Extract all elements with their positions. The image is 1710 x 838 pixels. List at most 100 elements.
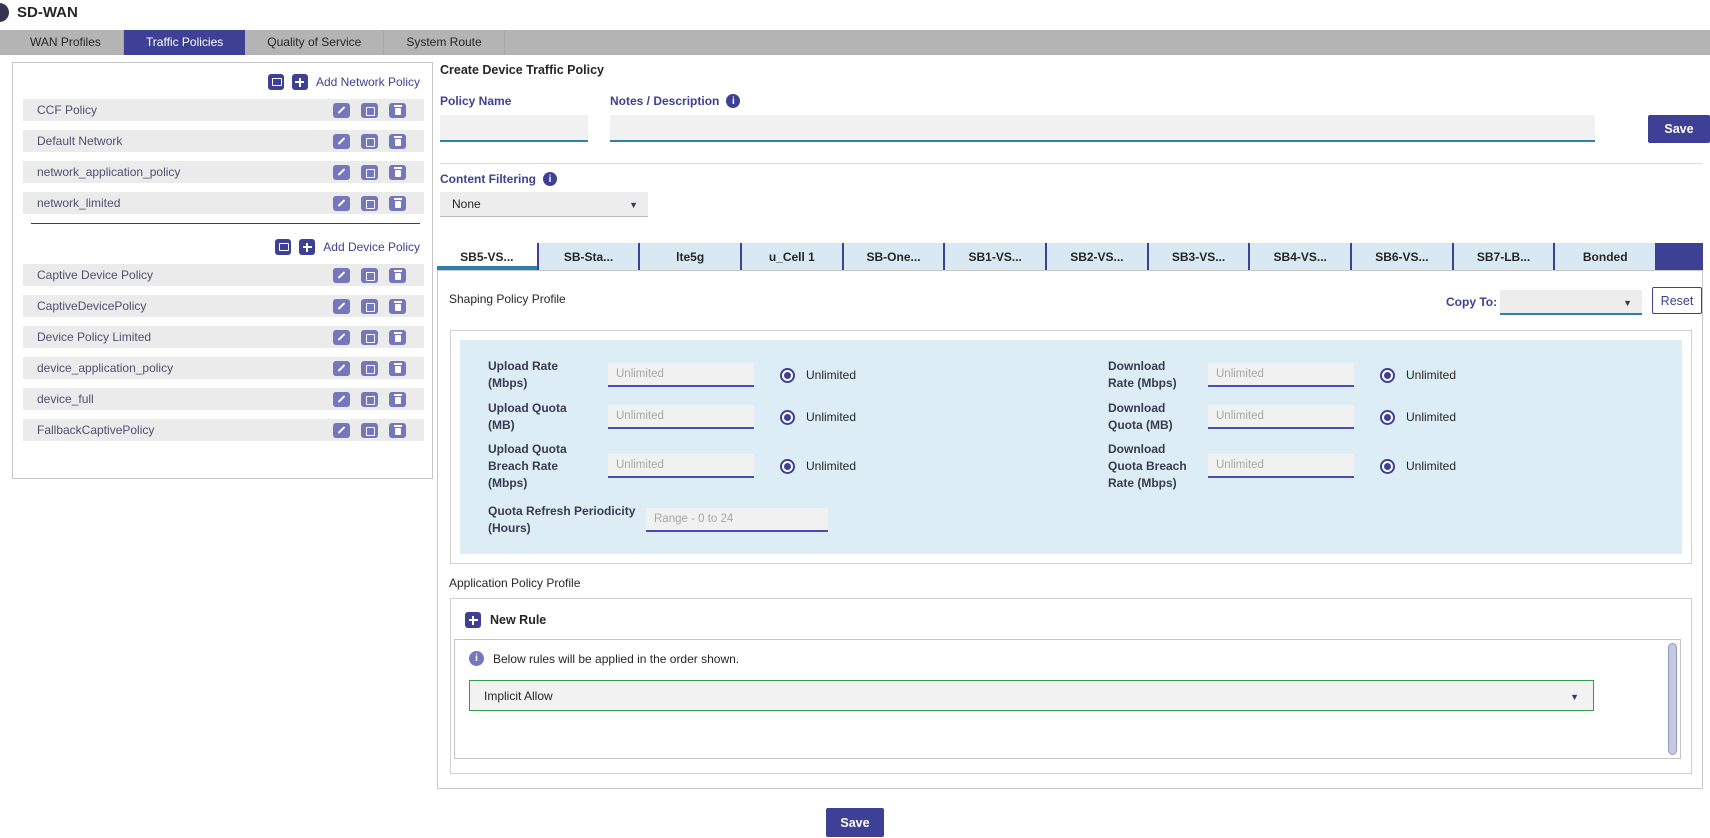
copy-icon[interactable]: [361, 330, 378, 345]
notes-input[interactable]: [610, 115, 1595, 142]
delete-icon[interactable]: [389, 165, 406, 180]
info-icon[interactable]: [726, 94, 740, 108]
edit-icon[interactable]: [333, 361, 350, 376]
unlimited-radio[interactable]: [780, 368, 795, 383]
device-policy-row[interactable]: device_application_policy: [23, 357, 424, 379]
main-tab-bar: WAN Profiles Traffic Policies Quality of…: [0, 30, 1710, 55]
network-policy-row[interactable]: CCF Policy: [23, 99, 424, 121]
iface-tab[interactable]: lte5g: [638, 243, 740, 270]
tab-quality-of-service[interactable]: Quality of Service: [245, 30, 384, 55]
delete-icon[interactable]: [389, 196, 406, 211]
iface-tab[interactable]: SB4-VS...: [1248, 243, 1350, 270]
unlimited-radio[interactable]: [1380, 410, 1395, 425]
edit-icon[interactable]: [333, 196, 350, 211]
duplicate-icon[interactable]: [275, 239, 291, 255]
unlimited-radio[interactable]: [780, 410, 795, 425]
iface-tab[interactable]: Bonded: [1553, 243, 1655, 270]
unlimited-radio[interactable]: [1380, 459, 1395, 474]
duplicate-icon[interactable]: [268, 74, 284, 90]
download-quota-input[interactable]: [1208, 405, 1354, 429]
copy-to-select[interactable]: [1500, 290, 1642, 315]
download-rate-input[interactable]: [1208, 363, 1354, 387]
device-policy-row[interactable]: Device Policy Limited: [23, 326, 424, 348]
info-icon[interactable]: [543, 172, 557, 186]
edit-icon[interactable]: [333, 268, 350, 283]
save-button-footer[interactable]: Save: [826, 808, 884, 837]
add-network-policy-link[interactable]: Add Network Policy: [316, 75, 420, 89]
copy-icon[interactable]: [361, 299, 378, 314]
add-device-policy-row: Add Device Policy: [13, 228, 432, 264]
application-profile-box: New Rule Below rules will be applied in …: [450, 598, 1692, 774]
copy-icon[interactable]: [361, 423, 378, 438]
info-icon: [469, 651, 484, 666]
network-policy-row[interactable]: network_limited: [23, 192, 424, 214]
copy-icon[interactable]: [361, 392, 378, 407]
shaping-profile-title: Shaping Policy Profile: [449, 292, 566, 306]
rules-scrollbar[interactable]: [1668, 643, 1677, 755]
content-filtering-select[interactable]: None: [440, 192, 648, 217]
delete-icon[interactable]: [389, 423, 406, 438]
device-policy-row[interactable]: CaptiveDevicePolicy: [23, 295, 424, 317]
tabs-overflow-button[interactable]: [1655, 243, 1703, 270]
network-policy-row[interactable]: network_application_policy: [23, 161, 424, 183]
iface-tab[interactable]: SB-One...: [842, 243, 944, 270]
iface-tab[interactable]: SB-Sta...: [537, 243, 639, 270]
download-quota-breach-input[interactable]: [1208, 454, 1354, 478]
iface-tab[interactable]: u_Cell 1: [740, 243, 842, 270]
delete-icon[interactable]: [389, 330, 406, 345]
device-policy-row[interactable]: FallbackCaptivePolicy: [23, 419, 424, 441]
save-button[interactable]: Save: [1648, 115, 1710, 143]
interface-tab-bar: SB5-VS... SB-Sta... lte5g u_Cell 1 SB-On…: [437, 243, 1703, 270]
delete-icon[interactable]: [389, 299, 406, 314]
copy-icon[interactable]: [361, 103, 378, 118]
edit-icon[interactable]: [333, 165, 350, 180]
copy-icon[interactable]: [361, 134, 378, 149]
quota-refresh-input[interactable]: [646, 508, 828, 532]
iface-tab[interactable]: SB7-LB...: [1452, 243, 1554, 270]
device-policy-row[interactable]: Captive Device Policy: [23, 264, 424, 286]
upload-rate-input[interactable]: [608, 363, 754, 387]
iface-tab[interactable]: SB6-VS...: [1350, 243, 1452, 270]
iface-tab[interactable]: SB2-VS...: [1045, 243, 1147, 270]
iface-tab[interactable]: SB5-VS...: [437, 243, 537, 270]
edit-icon[interactable]: [333, 134, 350, 149]
download-rate-label: Download Rate (Mbps): [1108, 358, 1190, 392]
edit-icon[interactable]: [333, 423, 350, 438]
policy-list-panel: Add Network Policy CCF Policy Default Ne…: [12, 62, 433, 479]
edit-icon[interactable]: [333, 103, 350, 118]
copy-icon[interactable]: [361, 165, 378, 180]
tab-traffic-policies[interactable]: Traffic Policies: [124, 30, 245, 55]
quota-refresh-label: Quota Refresh Periodicity (Hours): [488, 503, 636, 537]
unlimited-radio[interactable]: [1380, 368, 1395, 383]
chevron-down-icon: [629, 197, 638, 211]
edit-icon[interactable]: [333, 330, 350, 345]
copy-icon[interactable]: [361, 268, 378, 283]
device-policy-row[interactable]: device_full: [23, 388, 424, 410]
plus-icon[interactable]: [299, 239, 315, 255]
iface-tab[interactable]: SB1-VS...: [943, 243, 1045, 270]
policy-name-input[interactable]: [440, 115, 588, 142]
tab-wan-profiles[interactable]: WAN Profiles: [8, 30, 124, 55]
delete-icon[interactable]: [389, 134, 406, 149]
edit-icon[interactable]: [333, 392, 350, 407]
network-policy-row[interactable]: Default Network: [23, 130, 424, 152]
delete-icon[interactable]: [389, 103, 406, 118]
reset-button[interactable]: Reset: [1652, 287, 1702, 314]
new-rule-button[interactable]: New Rule: [451, 599, 1691, 639]
tab-system-route[interactable]: System Route: [384, 30, 504, 55]
edit-icon[interactable]: [333, 299, 350, 314]
delete-icon[interactable]: [389, 361, 406, 376]
copy-icon[interactable]: [361, 361, 378, 376]
delete-icon[interactable]: [389, 268, 406, 283]
copy-icon[interactable]: [361, 196, 378, 211]
plus-icon[interactable]: [292, 74, 308, 90]
upload-quota-breach-input[interactable]: [608, 454, 754, 478]
delete-icon[interactable]: [389, 392, 406, 407]
content-filtering-label: Content Filtering: [440, 172, 557, 186]
chevron-down-icon: [1570, 689, 1579, 703]
implicit-allow-rule-select[interactable]: Implicit Allow: [469, 680, 1594, 711]
iface-tab[interactable]: SB3-VS...: [1147, 243, 1249, 270]
add-device-policy-link[interactable]: Add Device Policy: [323, 240, 420, 254]
upload-quota-input[interactable]: [608, 405, 754, 429]
unlimited-radio[interactable]: [780, 459, 795, 474]
